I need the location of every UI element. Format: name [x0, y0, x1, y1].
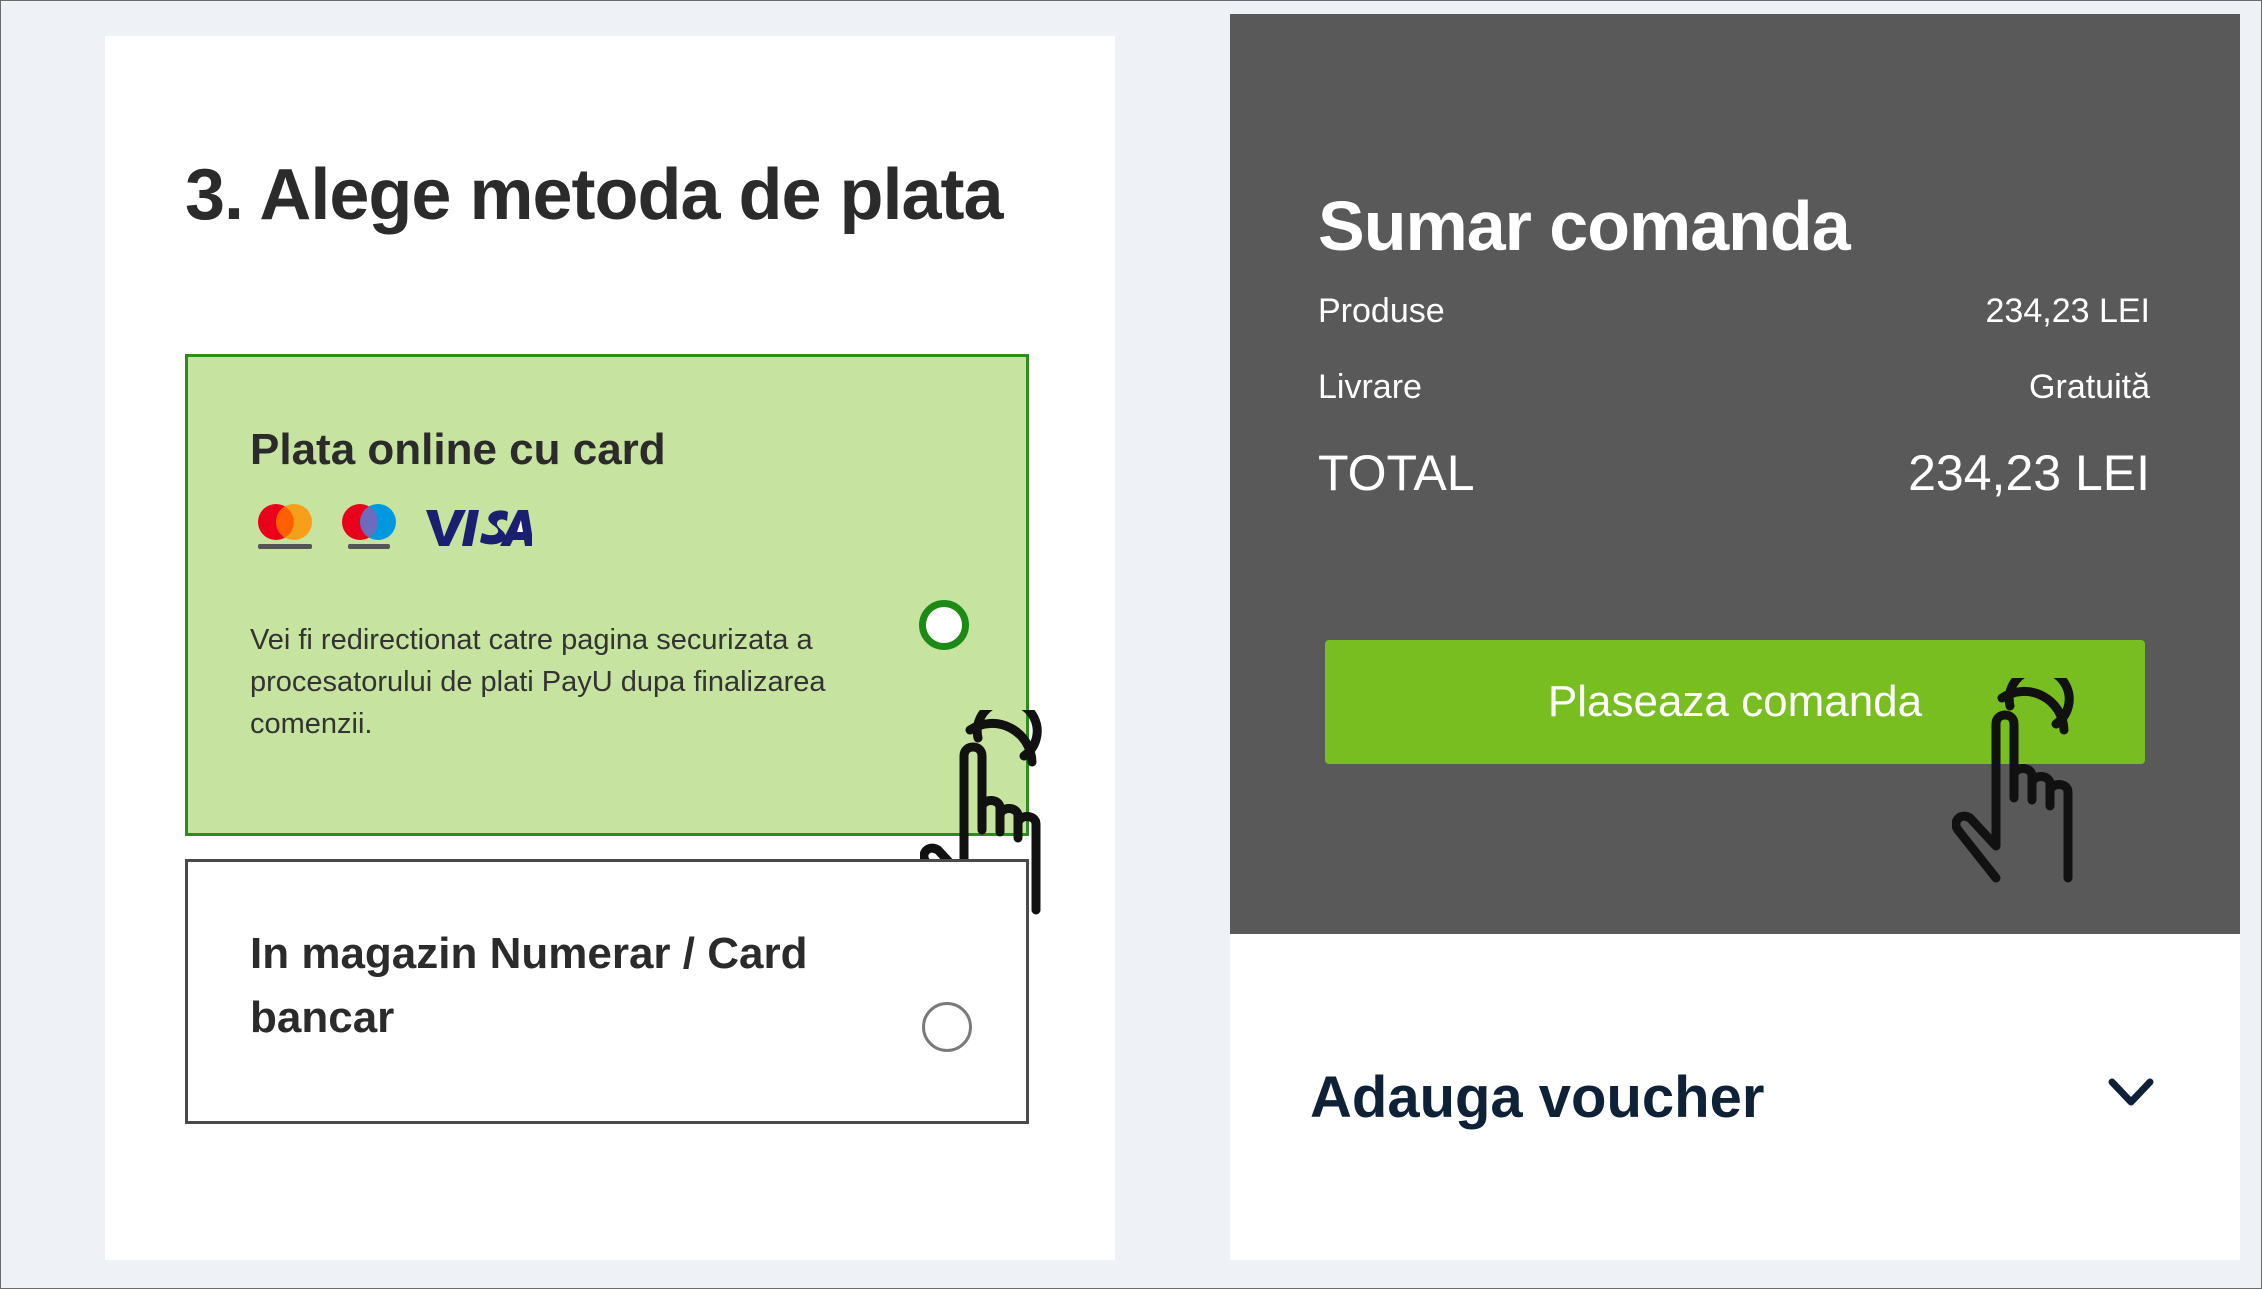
card-logos	[254, 502, 532, 552]
row-value: 234,23 LEI	[1985, 292, 2150, 330]
voucher-panel[interactable]: Adauga voucher	[1230, 934, 2240, 1260]
visa-logo-icon	[426, 510, 532, 546]
total-label: TOTAL	[1318, 445, 1475, 501]
radio-selected-icon[interactable]	[919, 600, 969, 650]
chevron-down-icon[interactable]	[2106, 1072, 2156, 1112]
maestro-logo-icon	[342, 504, 396, 549]
option-description: Vei fi redirectionat catre pagina securi…	[250, 624, 826, 740]
summary-title: Sumar comanda	[1318, 187, 1851, 265]
summary-row-delivery: Livrare Gratuită	[1318, 368, 2150, 407]
total-value: 234,23 LEI	[1908, 445, 2150, 501]
order-summary-panel: Sumar comanda Produse 234,23 LEI Livrare…	[1230, 14, 2240, 934]
option-title: Plata online cu card	[250, 425, 666, 474]
row-value: Gratuită	[2029, 368, 2150, 406]
radio-empty-icon[interactable]	[922, 1002, 972, 1052]
payment-option-in-store[interactable]: In magazin Numerar / Card bancar	[185, 859, 1029, 1124]
row-label: Livrare	[1318, 368, 1422, 406]
mastercard-logo-icon	[258, 504, 312, 549]
option-title: In magazin Numerar / Card bancar	[250, 929, 808, 1042]
summary-row-products: Produse 234,23 LEI	[1318, 292, 2150, 331]
payment-option-online-card[interactable]: Plata online cu card Vei fi redirectiona…	[185, 354, 1042, 915]
voucher-title: Adauga voucher	[1310, 1065, 1765, 1130]
payment-method-panel: 3. Alege metoda de plata Plata online cu…	[105, 36, 1115, 1260]
summary-row-total: TOTAL 234,23 LEI	[1318, 444, 2150, 502]
pointer-hand-icon	[1952, 678, 2074, 883]
section-title: 3. Alege metoda de plata	[185, 155, 1004, 235]
row-label: Produse	[1318, 292, 1445, 330]
